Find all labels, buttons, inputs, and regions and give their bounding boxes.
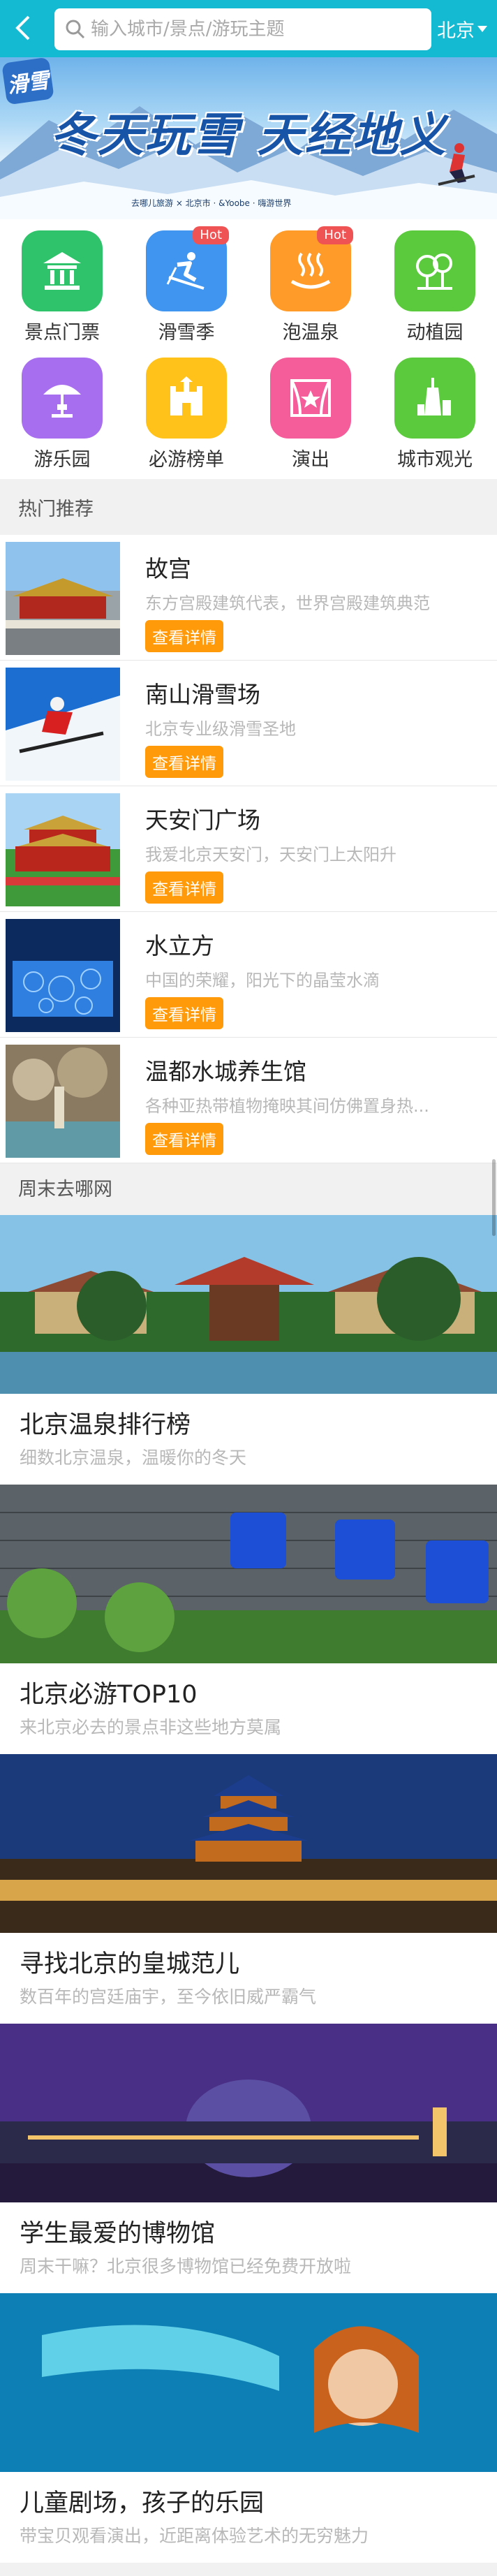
category-label: 景点门票 — [24, 322, 100, 344]
category-label: 城市观光 — [397, 449, 473, 471]
attraction-desc: 我爱北京天安门，天安门上太阳升 — [145, 845, 396, 864]
skier-illustration — [438, 143, 475, 186]
parasol-icon — [22, 358, 103, 439]
category-city-tour[interactable]: 城市观光 — [373, 346, 497, 472]
tiananmen-image — [6, 793, 120, 906]
city-selector[interactable]: 北京 — [437, 13, 487, 45]
temple-icon — [22, 230, 103, 311]
banner-slogan: 冬天玩雪 天经地义 — [50, 108, 447, 162]
page: 北京 滑雪 冬天玩雪 天经地义 去哪儿旅游 × 北京市 · &Yoobe · 嗨… — [0, 0, 497, 2576]
spa-image — [6, 1045, 120, 1158]
scrollbar[interactable] — [492, 1159, 496, 1236]
recommend-item[interactable]: 温都水城养生馆 各种亚热带植物掩映其间仿佛置身热... 查看详情 — [0, 1038, 497, 1163]
category-amusement-park[interactable]: 游乐园 — [0, 346, 124, 472]
category-shows[interactable]: 演出 — [248, 346, 373, 472]
museum-image — [0, 2024, 497, 2202]
article-subtitle: 周末干嘛？北京很多博物馆已经免费开放啦 — [20, 2256, 352, 2276]
ski-resort-image — [6, 668, 120, 781]
attraction-name: 故宫 — [145, 555, 191, 582]
stage-icon — [270, 358, 351, 439]
category-label: 演出 — [292, 449, 329, 471]
recommend-item[interactable]: 南山滑雪场 北京专业级滑雪圣地 查看详情 — [0, 661, 497, 786]
attraction-desc: 各种亚热带植物掩映其间仿佛置身热... — [145, 1096, 429, 1116]
attraction-desc: 东方宫殿建筑代表，世界宫殿建筑典范 — [145, 594, 430, 613]
birdcage-wall-image — [0, 1485, 497, 1663]
category-label: 游乐园 — [34, 449, 91, 471]
section-title-recommend: 热门推荐 — [0, 485, 497, 535]
category-grid: 景点门票 Hot 滑雪季 Hot 泡温泉 动植园 游乐园 必游榜单 演出 城市观… — [0, 219, 497, 479]
category-label: 动植园 — [406, 322, 463, 344]
castle-icon — [146, 358, 227, 439]
sponsor-logos: 去哪儿旅游 × 北京市 · &Yoobe · 嗨游世界 — [131, 198, 292, 208]
hot-spring-park-image — [0, 1215, 497, 1394]
attraction-desc: 北京专业级滑雪圣地 — [145, 719, 296, 739]
dropdown-arrow-icon — [477, 25, 487, 32]
article-title: 儿童剧场，孩子的乐园 — [20, 2489, 265, 2517]
search-input[interactable] — [91, 8, 431, 50]
article-card[interactable]: 儿童剧场，孩子的乐园 带宝贝观看演出，近距离体验艺术的无穷魅力 — [0, 2293, 497, 2563]
view-details-button[interactable]: 查看详情 — [145, 871, 223, 904]
recommend-item[interactable]: 故宫 东方宫殿建筑代表，世界宫殿建筑典范 查看详情 — [0, 535, 497, 661]
article-card[interactable]: 北京必游TOP10 来北京必去的景点非这些地方莫属 — [0, 1485, 497, 1754]
category-scenic-tickets[interactable]: 景点门票 — [0, 219, 124, 345]
search-box[interactable] — [54, 8, 431, 50]
top-bar: 北京 — [0, 0, 497, 57]
article-title: 北京温泉排行榜 — [20, 1411, 191, 1439]
article-subtitle: 数百年的宫廷庙宇，至今依旧威严霸气 — [20, 1987, 317, 2007]
article-card[interactable]: 北京温泉排行榜 细数北京温泉，温暖你的冬天 — [0, 1215, 497, 1485]
category-hot-spring[interactable]: Hot 泡温泉 — [248, 219, 373, 345]
attraction-name: 水立方 — [145, 932, 214, 959]
category-label: 必游榜单 — [149, 449, 224, 471]
city-label: 北京 — [437, 20, 475, 42]
article-subtitle: 来北京必去的景点非这些地方莫属 — [20, 1717, 282, 1737]
water-cube-image — [6, 919, 120, 1032]
category-must-visit[interactable]: 必游榜单 — [124, 346, 248, 472]
view-details-button[interactable]: 查看详情 — [145, 620, 223, 652]
article-title: 寻找北京的皇城范儿 — [20, 1950, 240, 1978]
article-subtitle: 带宝贝观看演出，近距离体验艺术的无穷魅力 — [20, 2526, 369, 2546]
back-button[interactable] — [6, 10, 42, 46]
view-details-button[interactable]: 查看详情 — [145, 997, 223, 1029]
attraction-desc: 中国的荣耀，阳光下的晶莹水滴 — [145, 971, 380, 990]
category-label: 泡温泉 — [282, 322, 339, 344]
recommend-item[interactable]: 天安门广场 我爱北京天安门，天安门上太阳升 查看详情 — [0, 786, 497, 912]
view-details-button[interactable]: 查看详情 — [145, 1123, 223, 1155]
attraction-name: 南山滑雪场 — [145, 681, 260, 708]
recommend-item[interactable]: 水立方 中国的荣耀，阳光下的晶莹水滴 查看详情 — [0, 912, 497, 1038]
category-label: 滑雪季 — [158, 322, 215, 344]
category-ski-season[interactable]: Hot 滑雪季 — [124, 219, 248, 345]
attraction-name: 温都水城养生馆 — [145, 1058, 306, 1085]
chevron-left-icon — [15, 15, 30, 41]
promo-banner[interactable]: 滑雪 冬天玩雪 天经地义 去哪儿旅游 × 北京市 · &Yoobe · 嗨游世界 — [0, 57, 497, 219]
article-card[interactable]: 学生最爱的博物馆 周末干嘛？北京很多博物馆已经免费开放啦 — [0, 2024, 497, 2293]
hot-badge: Hot — [193, 226, 229, 244]
section-title-weekend: 周末去哪网 — [0, 1165, 497, 1215]
article-title: 北京必游TOP10 — [20, 1681, 198, 1709]
article-title: 学生最爱的博物馆 — [20, 2220, 216, 2248]
children-theatre-image — [0, 2293, 497, 2472]
temple-of-heaven-image — [0, 1754, 497, 1933]
tower-icon — [394, 358, 475, 439]
tree-icon — [394, 230, 475, 311]
category-zoo-garden[interactable]: 动植园 — [373, 219, 497, 345]
article-subtitle: 细数北京温泉，温暖你的冬天 — [20, 1448, 247, 1468]
hot-badge: Hot — [317, 226, 353, 244]
forbidden-city-image — [6, 542, 120, 655]
view-details-button[interactable]: 查看详情 — [145, 746, 223, 778]
article-card[interactable]: 寻找北京的皇城范儿 数百年的宫廷庙宇，至今依旧威严霸气 — [0, 1754, 497, 2024]
search-icon — [60, 14, 91, 45]
attraction-name: 天安门广场 — [145, 807, 260, 834]
